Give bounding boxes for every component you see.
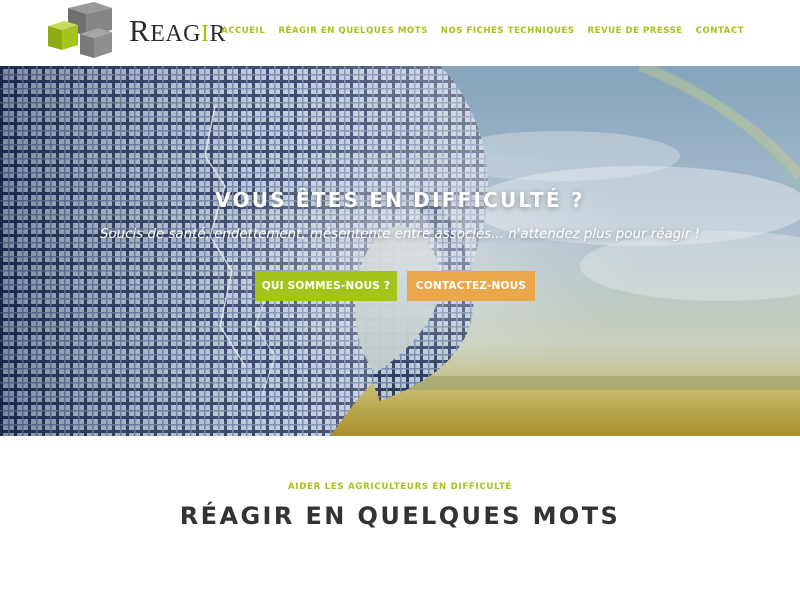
- hero-title: VOUS ÊTES EN DIFFICULTÉ ?: [215, 188, 585, 212]
- contact-us-button[interactable]: CONTACTEZ-NOUS: [407, 271, 535, 301]
- section-kicker: AIDER LES AGRICULTEURS EN DIFFICULTÉ: [288, 482, 512, 492]
- site-logo[interactable]: REAGIR: [46, 2, 226, 60]
- nav-item-accueil[interactable]: ACCUEIL: [221, 26, 265, 36]
- nav-item-revue-de-presse[interactable]: REVUE DE PRESSE: [588, 26, 683, 36]
- hero-background-image: [0, 66, 800, 436]
- stacked-cubes-logo-icon: [48, 2, 112, 58]
- hero-banner: VOUS ÊTES EN DIFFICULTÉ ? Soucis de sant…: [0, 66, 800, 436]
- brand-name: REAGIR: [129, 13, 227, 48]
- site-header: REAGIR ACCUEIL RÉAGIR EN QUELQUES MOTS N…: [0, 0, 800, 66]
- nav-item-reagir-en-quelques-mots[interactable]: RÉAGIR EN QUELQUES MOTS: [278, 26, 427, 36]
- hero-subtitle: Soucis de santé, endettement, mésentente…: [99, 227, 701, 242]
- section-title: RÉAGIR EN QUELQUES MOTS: [179, 502, 621, 530]
- main-nav: ACCUEIL RÉAGIR EN QUELQUES MOTS NOS FICH…: [221, 26, 744, 36]
- nav-item-fiches-techniques[interactable]: NOS FICHES TECHNIQUES: [441, 26, 575, 36]
- nav-item-contact[interactable]: CONTACT: [696, 26, 744, 36]
- who-are-we-button[interactable]: QUI SOMMES-NOUS ?: [255, 271, 397, 301]
